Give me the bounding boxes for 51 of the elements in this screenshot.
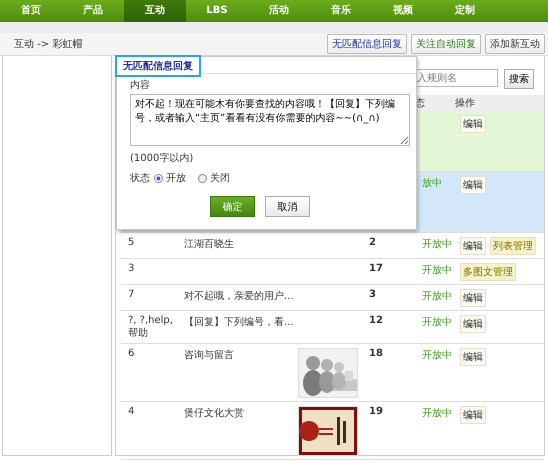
edit-button[interactable]: 编辑 xyxy=(460,315,486,333)
search-button[interactable]: 搜索 xyxy=(504,69,534,89)
table-cell: ?, ?,help,帮助 xyxy=(128,315,173,339)
table-cell: 4 xyxy=(128,406,134,417)
table-cell: 3 xyxy=(128,263,134,274)
table-cell: 18 xyxy=(369,348,383,359)
status-text: 开放中 xyxy=(422,317,452,328)
field-label: 内容 xyxy=(130,78,151,92)
confirm-button[interactable]: 确定 xyxy=(210,196,255,217)
status-text: 开放中 xyxy=(422,408,452,419)
status-text: 开放中 xyxy=(422,291,452,302)
table-cell: 17 xyxy=(369,263,383,274)
status-text: 开放中 xyxy=(422,265,452,276)
radio-button[interactable] xyxy=(198,174,207,182)
table-cell: 江湖百晓生 xyxy=(184,239,234,250)
table-cell: 6 xyxy=(128,348,134,359)
manage-button[interactable]: 多图文管理 xyxy=(460,263,516,281)
header-button[interactable]: 无匹配信息回复 xyxy=(327,34,407,54)
cancel-button[interactable]: 取消 xyxy=(265,196,310,217)
hint-text: (1000字以内) xyxy=(130,152,194,165)
dialog-tab[interactable]: 无匹配信息回复 xyxy=(115,55,201,77)
table-cell: 5 xyxy=(128,237,134,248)
status-text: 放中 xyxy=(422,178,442,189)
radio-button[interactable] xyxy=(154,174,163,182)
edit-button[interactable]: 编辑 xyxy=(460,348,486,366)
edit-button[interactable]: 编辑 xyxy=(460,237,486,255)
edit-button[interactable]: 编辑 xyxy=(460,289,486,307)
edit-button[interactable]: 编辑 xyxy=(460,176,486,194)
edit-button[interactable]: 编辑 xyxy=(460,115,486,133)
status-text: 开放中 xyxy=(422,239,452,250)
table-cell: 煲仔文化大赏 xyxy=(184,408,244,419)
header-button[interactable]: 关注自动回复 xyxy=(411,34,481,54)
header-button[interactable]: 添加新互动 xyxy=(485,34,545,54)
option-label[interactable]: 关闭 xyxy=(210,171,230,185)
nav-tab[interactable]: 互动 xyxy=(124,0,186,22)
table-cell: 19 xyxy=(369,406,383,417)
table-cell: 咨询与留言 xyxy=(184,350,234,361)
table-cell: 对不起哦，亲爱的用户... xyxy=(184,291,294,302)
table-cell: 2 xyxy=(369,237,376,248)
table-cell: 12 xyxy=(369,315,383,326)
option-label[interactable]: 开放 xyxy=(166,171,186,185)
content-field[interactable]: 对不起！现在可能木有你要查找的内容哦！【回复】下列编号，或者输入“主页”看看有没有你需要的内容~~(∩_∩) xyxy=(130,94,410,146)
edit-button[interactable]: 编辑 xyxy=(460,406,486,424)
manage-button[interactable]: 列表管理 xyxy=(490,237,536,255)
table-cell: 7 xyxy=(128,289,134,300)
column-header: 操作 xyxy=(455,97,475,110)
field-label: 状态 xyxy=(130,172,150,185)
table-cell: 【回复】下列编号，看... xyxy=(184,317,294,328)
breadcrumb: 互动 -> 彩虹帽 xyxy=(14,38,82,51)
status-text: 开放中 xyxy=(422,350,452,361)
table-cell: 3 xyxy=(369,289,376,300)
